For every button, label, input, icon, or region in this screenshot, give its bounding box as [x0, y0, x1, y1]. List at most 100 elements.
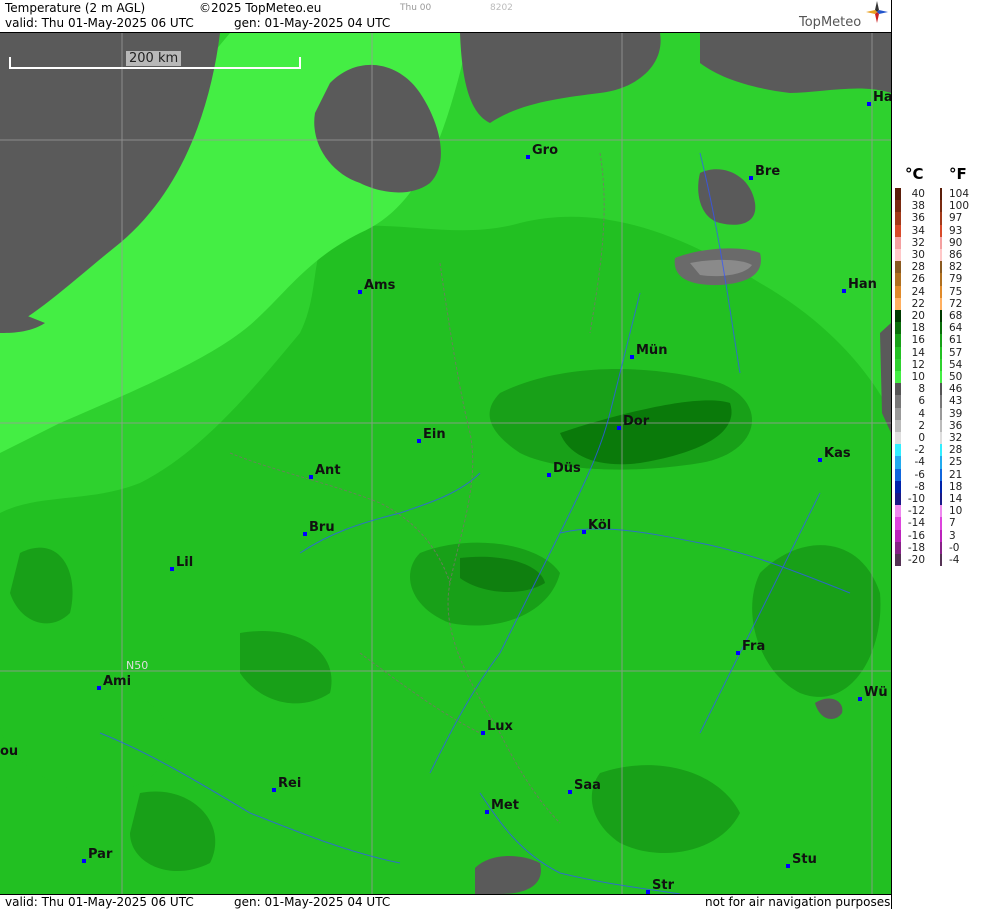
legend-swatch-celsius	[895, 468, 901, 481]
forecast-day: Thu 00	[400, 3, 432, 13]
legend-swatch-fahrenheit	[940, 444, 942, 457]
footer-disclaimer: not for air navigation purposes	[705, 895, 891, 909]
city-label: Ant	[309, 463, 341, 479]
city-label: Fra	[736, 639, 765, 655]
legend-fahrenheit-value: 50	[949, 371, 963, 383]
legend-celsius-value: 24	[911, 285, 925, 298]
legend-celsius-value: 34	[911, 224, 925, 237]
city-label: Bre	[749, 164, 780, 180]
city-label: Stu	[786, 852, 817, 868]
legend-fahrenheit-value: 25	[949, 456, 963, 469]
legend-fahrenheit-value: 36	[949, 419, 963, 432]
legend-fahrenheit-value: 14	[949, 493, 963, 505]
legend-swatch-celsius	[895, 480, 901, 493]
legend-swatch-fahrenheit	[940, 236, 942, 249]
scale-bar-label: 200 km	[126, 51, 182, 66]
legend-swatch-fahrenheit	[940, 456, 942, 469]
legend-celsius-value: 12	[911, 358, 925, 371]
city-label: Ha	[867, 90, 891, 106]
legend-celsius-value: -10	[907, 493, 925, 505]
legend-fahrenheit-value: 82	[949, 261, 963, 274]
legend-fahrenheit-value: 32	[949, 432, 963, 444]
footer-valid-time: valid: Thu 01-May-2025 06 UTC	[5, 895, 194, 909]
legend-swatch-fahrenheit	[940, 554, 942, 567]
legend-swatch-fahrenheit	[940, 407, 942, 420]
legend-swatch-celsius	[895, 310, 901, 323]
city-label: Kas	[818, 446, 851, 462]
city-label: Düs	[547, 461, 581, 477]
legend-swatch-fahrenheit	[940, 432, 942, 445]
legend-swatch-fahrenheit	[940, 358, 942, 371]
brand-logo-text: TopMeteo	[799, 15, 862, 30]
city-label: Lux	[481, 719, 513, 735]
legend-fahrenheit-value: 72	[949, 297, 963, 310]
legend-celsius-value: 26	[911, 273, 925, 286]
city-label: Ein	[417, 427, 446, 443]
legend-celsius-value: 36	[911, 212, 925, 225]
temperature-map[interactable]: 200 km N50 Ha Gro Bre Ams Han Mün Dor Ei…	[0, 33, 891, 894]
legend-fahrenheit-value: -0	[949, 541, 960, 554]
legend-fahrenheit-value: 100	[949, 200, 970, 213]
legend-fahrenheit-value: 18	[949, 480, 963, 493]
legend-swatch-celsius	[895, 444, 901, 457]
legend-swatch-fahrenheit	[940, 346, 942, 359]
legend-swatch-fahrenheit	[940, 541, 942, 554]
legend-swatch-fahrenheit	[940, 517, 942, 530]
legend-fahrenheit-value: 61	[949, 334, 963, 347]
header-bar: Temperature (2 m AGL) ©2025 TopMeteo.eu …	[0, 0, 891, 33]
legend-swatch-celsius	[895, 395, 901, 408]
latitude-label: N50	[126, 659, 149, 672]
legend-fahrenheit-value: 43	[949, 395, 963, 408]
copyright: ©2025 TopMeteo.eu	[199, 1, 322, 15]
legend-fahrenheit-value: -4	[949, 554, 960, 566]
city-label: Bru	[303, 520, 335, 536]
map-shading	[0, 33, 891, 894]
legend-fahrenheit-value: 93	[949, 224, 963, 237]
legend-swatch-celsius	[895, 517, 901, 530]
legend-celsius-value: 28	[911, 261, 925, 274]
legend-swatch-fahrenheit	[940, 529, 942, 542]
legend-fahrenheit-value: 97	[949, 212, 963, 225]
legend-celsius-value: 40	[911, 188, 925, 200]
legend-celsius-value: 32	[911, 236, 925, 249]
legend-celsius-value: -6	[914, 468, 925, 481]
legend-celsius-value: 0	[918, 432, 925, 444]
legend-celsius-value: 16	[911, 334, 925, 347]
compass-logo-icon	[866, 1, 888, 23]
generated-time: gen: 01-May-2025 04 UTC	[234, 16, 391, 30]
legend-swatch-celsius	[895, 541, 901, 554]
legend-fahrenheit-value: 46	[949, 383, 963, 396]
legend-fahrenheit-value: 54	[949, 358, 963, 371]
city-label: Saa	[568, 778, 601, 794]
legend-swatch-fahrenheit	[940, 334, 942, 347]
legend-swatch-fahrenheit	[940, 188, 942, 201]
city-label: Str	[646, 878, 674, 894]
legend-swatch-fahrenheit	[940, 419, 942, 432]
footer-generated-time: gen: 01-May-2025 04 UTC	[234, 895, 391, 909]
legend-swatch-celsius	[895, 529, 901, 542]
legend-swatch-celsius	[895, 200, 901, 213]
valid-time: valid: Thu 01-May-2025 06 UTC	[5, 16, 194, 30]
city-label: Wü	[858, 685, 888, 701]
city-label: Ams	[358, 278, 395, 294]
legend-celsius-value: 22	[911, 297, 925, 310]
legend-swatch-celsius	[895, 456, 901, 469]
legend-celsius-value: -2	[914, 444, 925, 457]
legend-swatch-fahrenheit	[940, 371, 942, 384]
footer-bar: valid: Thu 01-May-2025 06 UTC gen: 01-Ma…	[0, 894, 891, 910]
legend-celsius-value: -14	[907, 517, 925, 530]
legend-swatch-fahrenheit	[940, 212, 942, 225]
legend-swatch-celsius	[895, 322, 901, 335]
legend-celsius-value: -12	[907, 505, 925, 518]
legend-swatch-fahrenheit	[940, 273, 942, 286]
legend-fahrenheit-value: 104	[949, 188, 970, 200]
legend-fahrenheit-value: 86	[949, 249, 963, 261]
legend-celsius-value: 38	[911, 200, 925, 213]
legend-swatch-fahrenheit	[940, 224, 942, 237]
legend-swatch-celsius	[895, 432, 901, 445]
legend-fahrenheit-value: 64	[949, 322, 963, 335]
legend-swatch-celsius	[895, 224, 901, 237]
legend-celsius-value: -18	[907, 541, 925, 554]
legend-fahrenheit-value: 90	[949, 236, 963, 249]
legend-swatch-fahrenheit	[940, 395, 942, 408]
